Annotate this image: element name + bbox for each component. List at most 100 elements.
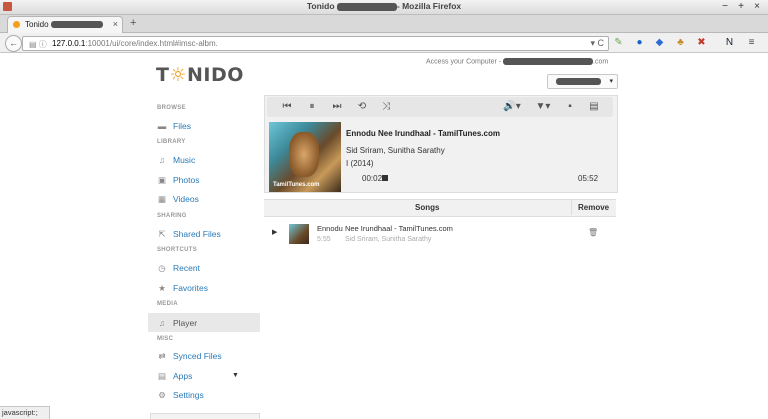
firefox-app-icon <box>3 2 12 11</box>
sidebar-item-music[interactable]: ♫ Music <box>157 155 195 165</box>
menu-icon[interactable]: ≡ <box>746 37 757 48</box>
row-album-thumbnail <box>289 224 309 244</box>
sidebar-item-label: Player <box>173 318 198 328</box>
music-note-icon: ♫ <box>158 155 166 165</box>
column-header-remove: Remove <box>578 203 610 212</box>
song-title[interactable]: Ennodu Nee Irundhaal - TamilTunes.com <box>317 224 453 233</box>
reload-icon[interactable]: ▾ C <box>590 38 604 49</box>
url-dropdown-icon[interactable]: ▾ <box>590 38 595 48</box>
user-menu-button[interactable]: ▾ <box>547 74 618 89</box>
player-nav-text: ♫ Player <box>157 318 197 328</box>
sidebar-item-shared-files[interactable]: ⇱ Shared Files <box>157 229 220 240</box>
n-addon-icon[interactable]: N <box>724 37 735 48</box>
tab-tonido[interactable]: Tonido × <box>7 16 123 33</box>
songs-table-header <box>264 199 616 217</box>
redacted-text <box>50 21 103 29</box>
sidebar-item-player[interactable]: ♫ Player <box>148 313 260 332</box>
video-icon: ▦ <box>157 194 167 204</box>
page-info-icon[interactable]: ▤ ⓘ <box>29 39 47 50</box>
now-playing-artist: Sid Sriram, Sunitha Sarathy <box>346 146 445 155</box>
save-playlist-icon[interactable]: ▪ <box>563 101 577 112</box>
sidebar-bottom-panel <box>150 413 260 419</box>
gear-icon: ⚙ <box>158 390 166 400</box>
filter-dropdown-icon[interactable]: ▼▾ <box>533 101 553 112</box>
pause-icon[interactable]: ⏸ <box>305 101 319 112</box>
volume-dropdown-icon[interactable]: 🔊▾ <box>502 101 522 112</box>
chat-addon-icon[interactable]: ◆ <box>654 37 665 48</box>
repeat-icon[interactable]: ⟲ <box>355 101 369 112</box>
hat-addon-icon[interactable]: ♣ <box>675 37 686 48</box>
sidebar-item-label: Synced Files <box>173 351 222 361</box>
adblock-addon-icon[interactable]: ✖ <box>696 37 707 48</box>
sidebar-item-files[interactable]: ▬ Files <box>157 121 191 131</box>
window-titlebar: Tonido - Mozilla Firefox <box>0 0 768 15</box>
redacted-text <box>503 58 594 65</box>
url-host: 127.0.0.1 <box>52 39 86 48</box>
column-header-songs: Songs <box>415 203 440 212</box>
album-art: TamilTunes.com <box>269 122 341 192</box>
window-title-suffix: - Mozilla Firefox <box>396 1 462 11</box>
photo-icon: ▣ <box>157 175 167 185</box>
user-caret-icon: ▾ <box>609 78 613 85</box>
column-divider <box>571 199 572 215</box>
next-track-icon[interactable]: ⏭ <box>330 101 344 112</box>
minimize-button[interactable]: − <box>719 1 731 12</box>
circle-addon-icon[interactable]: ● <box>634 37 645 48</box>
section-media: MEDIA <box>157 301 178 307</box>
tab-label: Tonido <box>25 20 103 29</box>
share-icon: ⇱ <box>158 229 166 239</box>
album-art-figure <box>289 132 319 177</box>
access-suffix: .com <box>593 58 609 66</box>
section-shortcuts: SHORTCUTS <box>157 247 198 253</box>
pen-addon-icon[interactable]: ✎ <box>613 37 624 48</box>
sidebar-item-settings[interactable]: ⚙ Settings <box>157 390 204 401</box>
tonido-logo[interactable]: T☼NIDO <box>156 64 244 86</box>
redacted-username <box>556 78 601 85</box>
access-computer-text: Access your Computer - .com <box>426 58 608 65</box>
logo-sun-icon: ☼ <box>169 64 188 86</box>
apps-icon: ▤ <box>157 371 167 381</box>
window-title: Tonido - Mozilla Firefox <box>0 1 768 11</box>
redacted-text <box>336 2 397 11</box>
sidebar-item-synced-files[interactable]: ⇄ Synced Files <box>157 351 222 362</box>
new-tab-button[interactable]: + <box>130 17 136 29</box>
song-artist: Sid Sriram, Sunitha Sarathy <box>345 236 432 243</box>
star-icon: ★ <box>158 283 166 293</box>
apps-caret-icon[interactable]: ▼ <box>232 372 239 379</box>
status-bar: javascript:; <box>0 406 50 419</box>
sidebar-item-label: Music <box>173 155 196 165</box>
window-title-prefix: Tonido <box>306 1 337 11</box>
trash-icon[interactable]: 🗑 <box>588 228 598 237</box>
playlist-view-icon[interactable]: ▤ <box>587 101 601 112</box>
sidebar-item-videos[interactable]: ▦ Videos <box>157 194 199 205</box>
time-elapsed: 00:02 <box>362 174 383 183</box>
sidebar-item-favorites[interactable]: ★ Favorites <box>157 283 208 294</box>
music-note-icon: ♫ <box>158 318 166 328</box>
maximize-button[interactable]: + <box>735 1 747 12</box>
logo-letters-nido: NIDO <box>187 64 244 86</box>
progress-slider-handle[interactable] <box>382 175 388 181</box>
sidebar-item-apps[interactable]: ▤ Apps <box>157 371 192 382</box>
sidebar-item-label: Files <box>173 121 191 131</box>
close-window-button[interactable]: × <box>751 1 763 12</box>
section-library: LIBRARY <box>157 139 186 145</box>
url-bar[interactable]: ▤ ⓘ 127.0.0.1:10001/ui/core/index.html#i… <box>22 36 609 51</box>
album-art-text: TamilTunes.com <box>273 182 320 188</box>
sidebar-item-recent[interactable]: ◷ Recent <box>157 263 200 274</box>
sidebar-item-label: Settings <box>173 390 204 400</box>
url-text: 127.0.0.1:10001/ui/core/index.html#imsc-… <box>52 39 218 48</box>
clock-icon: ◷ <box>158 263 166 273</box>
previous-track-icon[interactable]: ⏮ <box>280 101 294 112</box>
section-misc: MISC <box>157 336 174 342</box>
section-sharing: SHARING <box>157 213 187 219</box>
row-play-icon[interactable]: ▶ <box>272 228 277 236</box>
shuffle-icon[interactable]: ⤨ <box>379 101 393 112</box>
sidebar-item-label: Videos <box>173 194 199 204</box>
logo-letter-t: T <box>156 64 170 86</box>
sync-icon: ⇄ <box>158 351 166 361</box>
tab-close-icon[interactable]: × <box>113 19 118 29</box>
sidebar-item-photos[interactable]: ▣ Photos <box>157 175 199 186</box>
tab-label-text: Tonido <box>25 20 51 29</box>
reload-glyph[interactable]: C <box>598 38 605 48</box>
back-button[interactable]: ← <box>5 35 22 52</box>
